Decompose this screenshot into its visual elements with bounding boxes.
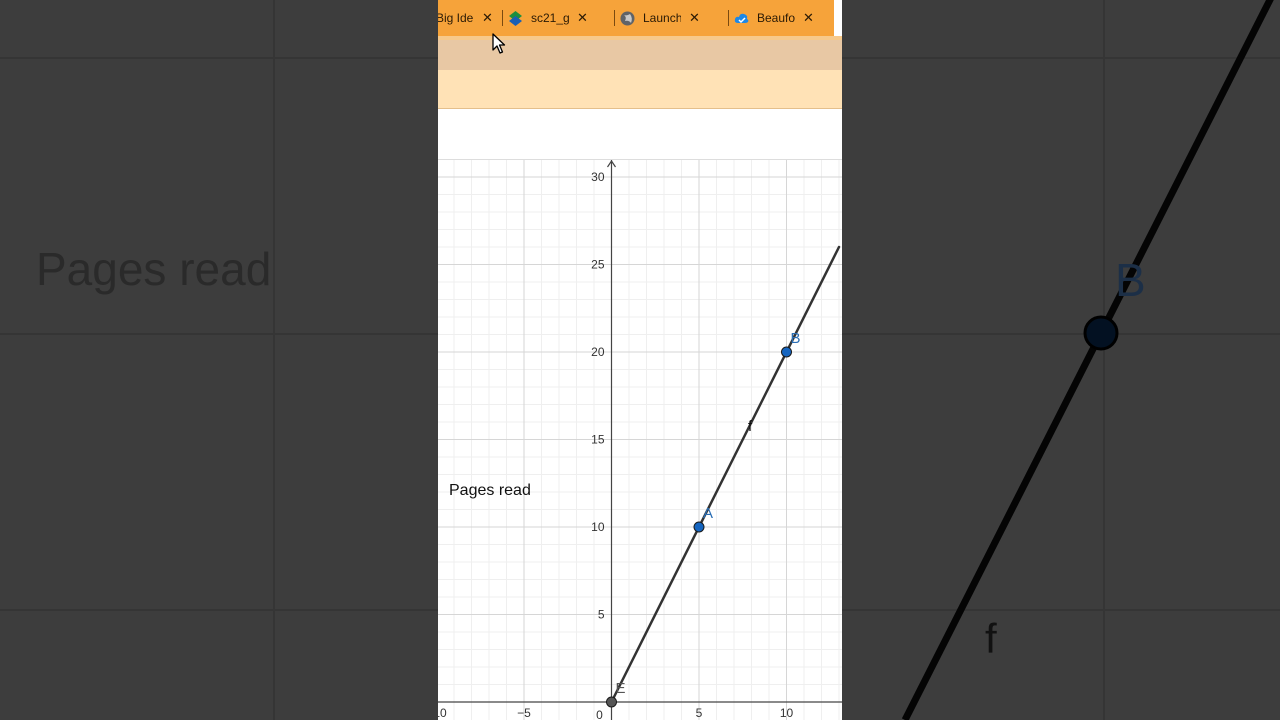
tab-title: Big Ide bbox=[438, 11, 474, 25]
point-label-A: A bbox=[703, 505, 713, 522]
tab-title: Beaufo bbox=[757, 11, 795, 25]
y-tick-label: 30 bbox=[591, 170, 605, 184]
x-tick-label: −5 bbox=[517, 706, 531, 720]
chart[interactable]: 51015202530−10−55100fEAB bbox=[438, 159, 842, 720]
layers-icon bbox=[508, 10, 523, 26]
app-toolbar bbox=[438, 109, 842, 160]
tab-close-icon[interactable]: ✕ bbox=[482, 10, 493, 26]
screen-capture: Big Ide ✕ sc21_g ✕ Launch ✕ Beaufo ✕ 5 10 15 20 25 3… bbox=[438, 0, 842, 720]
tab-close-icon[interactable]: ✕ bbox=[689, 10, 700, 26]
browser-tab-bar: Big Ide ✕ sc21_g ✕ Launch ✕ Beaufo ✕ bbox=[438, 0, 834, 36]
point-A bbox=[693, 521, 705, 533]
browser-tab-4[interactable]: Beaufo ✕ bbox=[728, 0, 834, 36]
y-tick-label: 20 bbox=[591, 345, 605, 359]
background-line-label: f bbox=[985, 615, 997, 662]
tab-title: Launch bbox=[643, 11, 681, 25]
cloud-icon bbox=[734, 11, 749, 26]
graph-view[interactable]: 51015202530−10−55100fEAB Pages read bbox=[438, 159, 842, 720]
origin-label: 0 bbox=[596, 708, 603, 720]
browser-tab-1[interactable]: Big Ide ✕ bbox=[438, 0, 502, 36]
point-label-E: E bbox=[616, 680, 626, 697]
y-tick-label: 5 bbox=[598, 608, 605, 622]
background-y-label: Pages read bbox=[36, 243, 272, 295]
background-point-label: B bbox=[1115, 254, 1146, 306]
browser-tab-3[interactable]: Launch ✕ bbox=[614, 0, 728, 36]
y-tick-label: 15 bbox=[591, 433, 605, 447]
x-tick-label: 10 bbox=[780, 706, 794, 720]
y-tick-label: 25 bbox=[591, 258, 605, 272]
x-tick-label: 5 bbox=[696, 706, 703, 720]
tab-title: sc21_g bbox=[531, 11, 569, 25]
globe-icon bbox=[620, 11, 635, 26]
mouse-cursor-icon bbox=[492, 33, 506, 54]
browser-tab-2[interactable]: sc21_g ✕ bbox=[502, 0, 614, 36]
point-B bbox=[781, 346, 792, 358]
y-tick-label: 10 bbox=[591, 520, 605, 534]
x-tick-label: −10 bbox=[438, 706, 447, 720]
point-label-B: B bbox=[791, 330, 801, 347]
tab-close-icon[interactable]: ✕ bbox=[803, 10, 814, 26]
bookmark-bar bbox=[438, 70, 842, 109]
tab-close-icon[interactable]: ✕ bbox=[577, 10, 588, 26]
point-E bbox=[606, 696, 617, 708]
y-axis-label: Pages read bbox=[449, 482, 531, 499]
